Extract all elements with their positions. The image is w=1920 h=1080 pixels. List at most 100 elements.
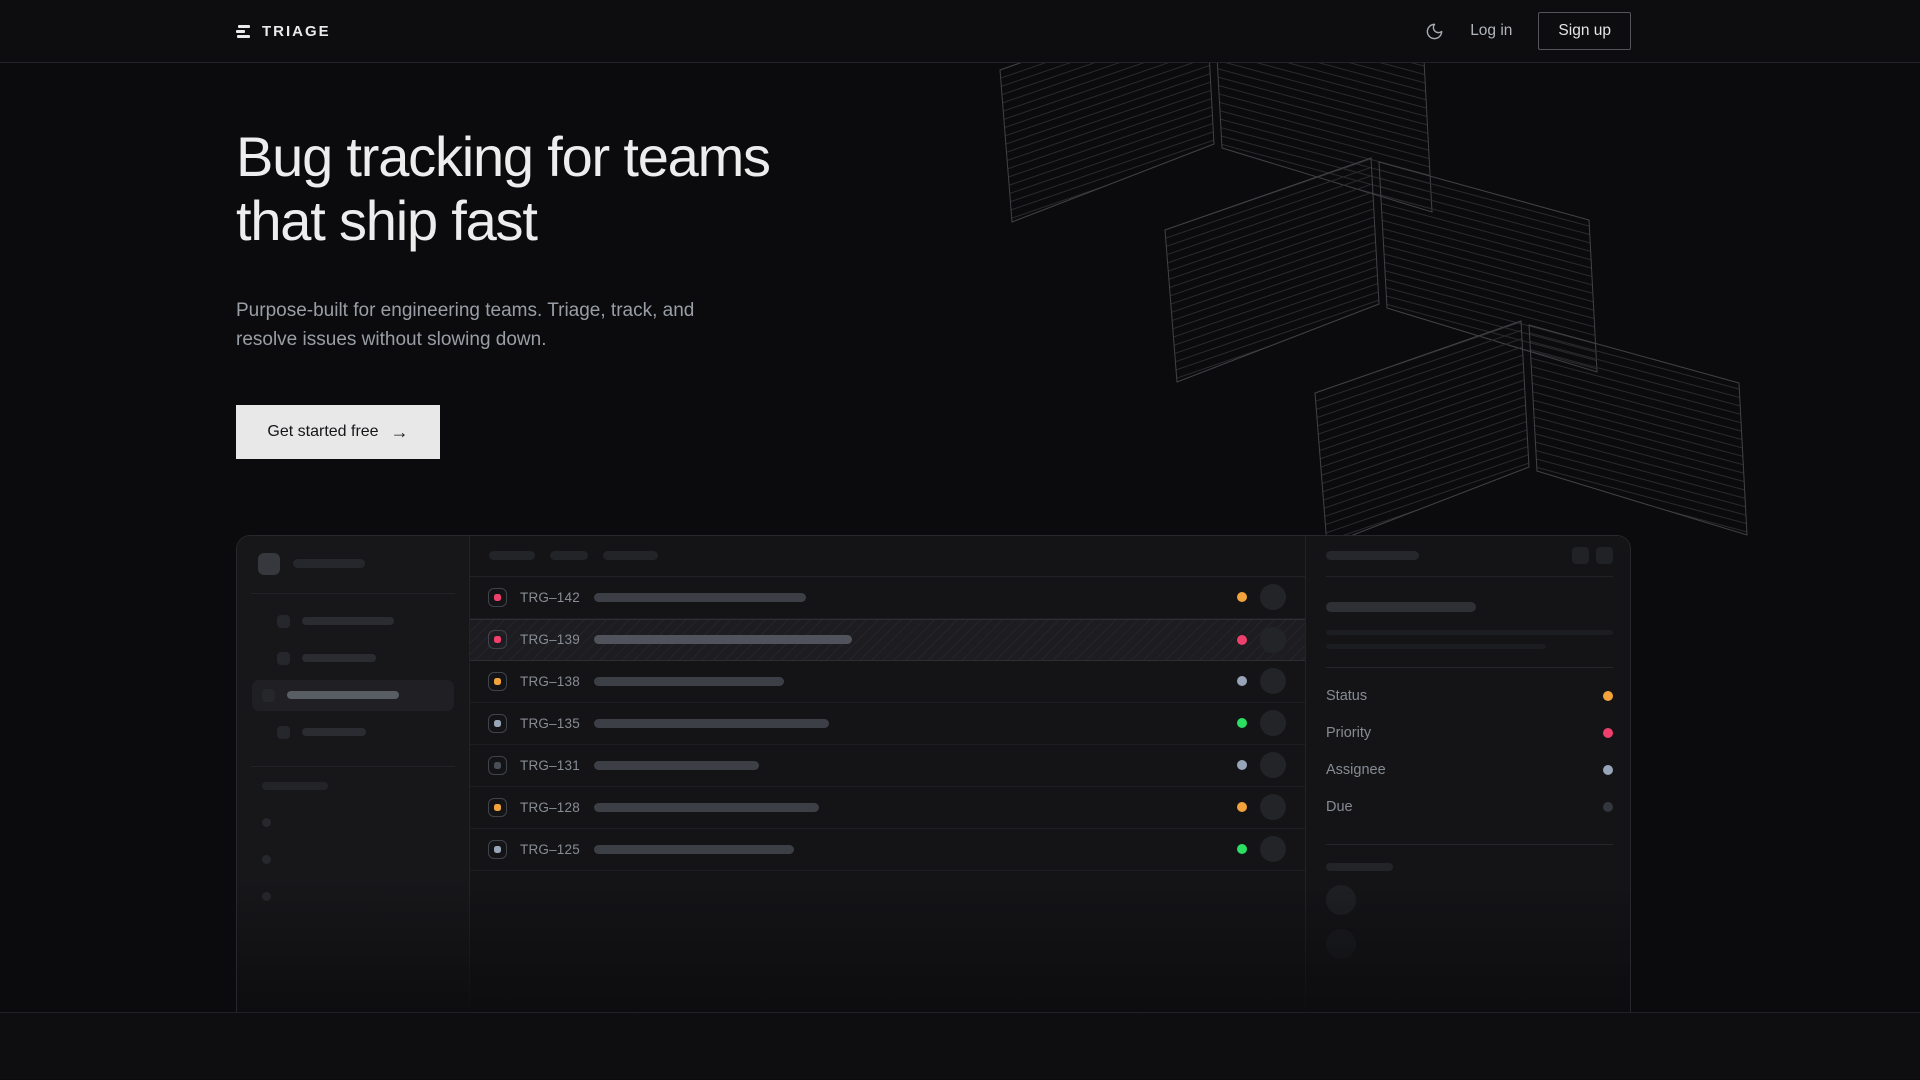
assignee-avatar <box>1260 668 1286 694</box>
issue-title-skeleton <box>1326 602 1476 612</box>
sidebar-nav-item[interactable] <box>252 717 454 748</box>
field-value-dot <box>1603 691 1613 701</box>
issue-type-icon <box>488 672 507 691</box>
section-title-skeleton <box>262 782 328 790</box>
field-value-dot <box>1603 728 1613 738</box>
detail-field-assignee[interactable]: Assignee <box>1326 752 1613 789</box>
get-started-button[interactable]: Get started free → <box>236 405 440 459</box>
arrow-right-icon: → <box>391 423 409 441</box>
field-label: Due <box>1326 799 1353 815</box>
status-dot <box>1237 802 1247 812</box>
divider <box>1326 667 1613 668</box>
issue-title-skeleton <box>594 761 759 770</box>
description-line-skeleton <box>1326 644 1546 649</box>
description-line-skeleton <box>1326 630 1613 635</box>
field-label: Priority <box>1326 725 1371 741</box>
nav-label-skeleton <box>287 691 399 699</box>
nav-icon-skeleton <box>277 615 290 628</box>
assignee-avatar <box>1260 752 1286 778</box>
detail-field-priority[interactable]: Priority <box>1326 715 1613 752</box>
divider <box>251 593 455 594</box>
issue-row[interactable]: TRG–138 <box>470 661 1305 703</box>
nav-label-skeleton <box>302 654 376 662</box>
filter-tab-skeleton[interactable] <box>603 551 658 560</box>
issue-id: TRG–139 <box>520 632 584 647</box>
divider <box>251 766 455 767</box>
hero-section: Bug tracking for teamsthat ship fast Pur… <box>0 63 1920 1013</box>
issue-title-skeleton <box>594 803 819 812</box>
login-link[interactable]: Log in <box>1470 22 1512 40</box>
workspace-name-skeleton <box>293 559 365 568</box>
issue-id: TRG–138 <box>520 674 584 689</box>
issue-type-icon <box>488 630 507 649</box>
hero-subtitle: Purpose-built for engineering teams. Tri… <box>236 296 708 355</box>
field-label: Status <box>1326 688 1367 704</box>
nav-label-skeleton <box>302 617 394 625</box>
issue-title-skeleton <box>594 845 794 854</box>
issue-type-icon <box>488 840 507 859</box>
status-dot <box>1237 592 1247 602</box>
issue-title-skeleton <box>594 635 852 644</box>
assignee-avatar <box>1260 710 1286 736</box>
issue-row[interactable]: TRG–135 <box>470 703 1305 745</box>
issue-id: TRG–128 <box>520 800 584 815</box>
nav-icon-skeleton <box>262 689 275 702</box>
issue-id: TRG–135 <box>520 716 584 731</box>
status-dot <box>1237 635 1247 645</box>
detail-field-status[interactable]: Status <box>1326 678 1613 715</box>
status-dot <box>1237 844 1247 854</box>
issue-title-skeleton <box>594 677 784 686</box>
sidebar-nav-item[interactable] <box>252 606 454 637</box>
filter-tab-skeleton[interactable] <box>489 551 535 560</box>
assignee-avatar <box>1260 627 1286 653</box>
brand-logo[interactable]: TRIAGE <box>236 23 331 40</box>
app-mockup: TRG–142 TRG–139 TRG–138 TRG–135 TRG–131 TRG–1… <box>236 535 1631 1013</box>
signup-button[interactable]: Sign up <box>1538 12 1631 50</box>
panel-action-button[interactable] <box>1596 547 1613 564</box>
status-dot <box>1237 718 1247 728</box>
panel-title-skeleton <box>1326 551 1419 560</box>
issue-row[interactable]: TRG–131 <box>470 745 1305 787</box>
activity-title-skeleton <box>1326 863 1393 871</box>
assignee-avatar <box>1260 794 1286 820</box>
nav-label-skeleton <box>302 728 366 736</box>
activity-avatar-skeleton <box>1326 929 1356 959</box>
issue-id: TRG–125 <box>520 842 584 857</box>
issue-row[interactable]: TRG–125 <box>470 829 1305 871</box>
issue-type-icon <box>488 756 507 775</box>
nav-icon-skeleton <box>277 726 290 739</box>
sidebar-nav-item[interactable] <box>252 643 454 674</box>
issue-title-skeleton <box>594 593 806 602</box>
nav-icon-skeleton <box>277 652 290 665</box>
next-section <box>0 1013 1920 1079</box>
issue-title-skeleton <box>594 719 829 728</box>
issue-row[interactable]: TRG–139 <box>470 619 1305 661</box>
brand-name: TRIAGE <box>262 23 331 40</box>
panel-action-button[interactable] <box>1572 547 1589 564</box>
mockup-sidebar <box>237 536 470 1013</box>
issue-id: TRG–142 <box>520 590 584 605</box>
workspace-avatar-skeleton <box>258 553 280 575</box>
issue-row[interactable]: TRG–142 <box>470 577 1305 619</box>
detail-field-due[interactable]: Due <box>1326 789 1613 826</box>
mockup-issue-list: TRG–142 TRG–139 TRG–138 TRG–135 TRG–131 TRG–1… <box>470 536 1306 1013</box>
hero-title: Bug tracking for teamsthat ship fast <box>236 125 1631 254</box>
site-header: TRIAGE Log in Sign up <box>0 0 1920 63</box>
divider <box>1326 844 1613 845</box>
moon-icon <box>1425 22 1444 41</box>
field-value-dot <box>1603 802 1613 812</box>
assignee-avatar <box>1260 584 1286 610</box>
activity-avatar-skeleton <box>1326 885 1356 915</box>
status-dot <box>1237 760 1247 770</box>
sidebar-dot-skeleton <box>262 855 271 864</box>
issue-id: TRG–131 <box>520 758 584 773</box>
status-dot <box>1237 676 1247 686</box>
issue-type-icon <box>488 714 507 733</box>
sidebar-dot-skeleton <box>262 818 271 827</box>
issue-type-icon <box>488 588 507 607</box>
theme-toggle-button[interactable] <box>1425 22 1444 41</box>
sidebar-nav-item-active[interactable] <box>252 680 454 711</box>
filter-tab-skeleton[interactable] <box>550 551 588 560</box>
issue-row[interactable]: TRG–128 <box>470 787 1305 829</box>
assignee-avatar <box>1260 836 1286 862</box>
